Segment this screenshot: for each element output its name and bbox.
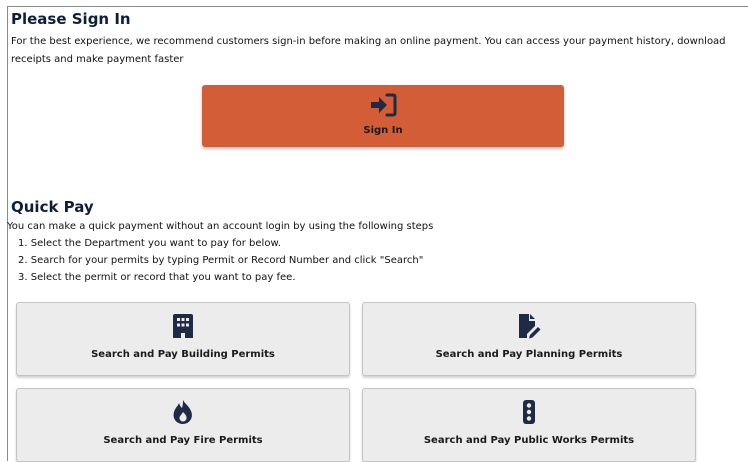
quickpay-title: Quick Pay xyxy=(11,198,94,216)
pay-public-works-permits-label: Search and Pay Public Works Permits xyxy=(423,435,635,446)
pay-building-permits-label: Search and Pay Building Permits xyxy=(91,349,275,360)
building-icon xyxy=(173,314,193,338)
pay-fire-permits-button[interactable]: Search and Pay Fire Permits xyxy=(16,388,350,462)
pay-planning-permits-button[interactable]: Search and Pay Planning Permits xyxy=(362,302,696,376)
quickpay-steps: 1. Select the Department you want to pay… xyxy=(18,235,423,286)
signin-title: Please Sign In xyxy=(11,10,131,28)
signin-description: For the best experience, we recommend cu… xyxy=(11,36,726,65)
pay-fire-permits-label: Search and Pay Fire Permits xyxy=(103,435,263,446)
file-signature-icon xyxy=(519,314,541,339)
traffic-light-icon xyxy=(523,400,535,424)
sign-in-label: Sign In xyxy=(363,125,403,136)
pay-planning-permits-label: Search and Pay Planning Permits xyxy=(435,349,623,360)
step-item: 3. Select the permit or record that you … xyxy=(18,272,296,283)
payment-panel: Please Sign In For the best experience, … xyxy=(7,6,748,462)
step-item: 2. Search for your permits by typing Per… xyxy=(18,255,424,266)
sign-in-icon xyxy=(371,93,397,117)
pay-building-permits-button[interactable]: Search and Pay Building Permits xyxy=(16,302,350,376)
step-item: 1. Select the Department you want to pay… xyxy=(18,238,281,249)
fire-icon xyxy=(173,400,192,424)
sign-in-button[interactable]: Sign In xyxy=(202,85,564,147)
pay-public-works-permits-button[interactable]: Search and Pay Public Works Permits xyxy=(362,388,696,462)
quickpay-description: You can make a quick payment without an … xyxy=(7,221,434,232)
